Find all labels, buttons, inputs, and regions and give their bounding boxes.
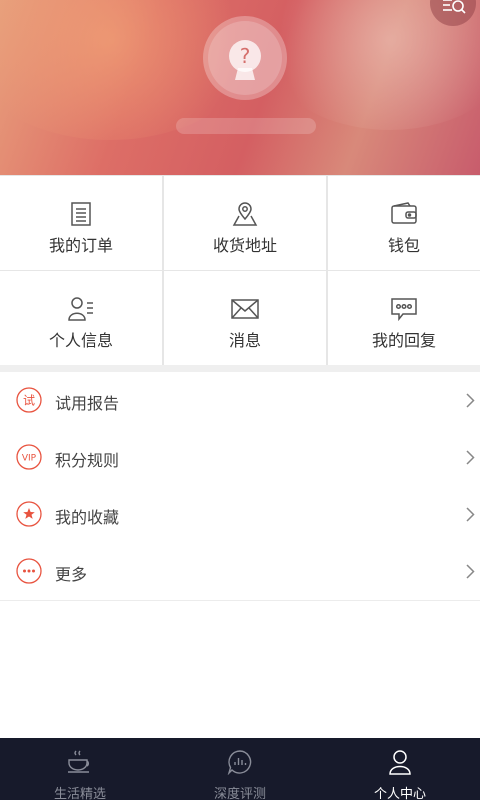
grid-item-replies[interactable]: 我的回复	[328, 271, 480, 365]
reply-bubble-icon	[391, 298, 417, 322]
envelope-icon	[231, 299, 259, 319]
grid-item-label: 收货地址	[212, 236, 277, 255]
question-mark-icon: ?	[229, 40, 261, 80]
grid-item-address[interactable]: 收货地址	[164, 176, 326, 270]
list-item-trial-report[interactable]: 试 试用报告	[0, 372, 480, 430]
grid-item-label: 钱包	[387, 236, 420, 255]
order-list-icon	[71, 202, 91, 226]
wallet-icon	[391, 202, 417, 224]
map-location-icon	[232, 202, 258, 226]
trial-report-icon: 试	[16, 387, 42, 413]
person-icon	[389, 750, 411, 775]
grid-item-label: 个人信息	[48, 331, 113, 350]
list-item-points-rules[interactable]: VIP 积分规则	[0, 429, 480, 487]
grid-item-label: 我的订单	[48, 236, 113, 255]
tab-personal-center[interactable]: 个人中心	[320, 738, 480, 802]
avatar[interactable]: ?	[203, 16, 287, 100]
list-item-more[interactable]: 更多	[0, 543, 480, 601]
bottom-tab-bar: 生活精选 深度评测 个人中心	[0, 738, 480, 802]
search-button[interactable]	[430, 0, 476, 26]
chevron-right-icon	[466, 507, 475, 522]
username-placeholder	[176, 118, 316, 134]
trial-badge-text: 试	[23, 393, 35, 408]
profile-header: ?	[0, 0, 480, 175]
tab-deep-review[interactable]: 深度评测	[160, 738, 320, 802]
chart-bubble-icon	[227, 750, 252, 775]
chevron-right-icon	[466, 564, 475, 579]
grid-item-orders[interactable]: 我的订单	[0, 176, 162, 270]
chevron-right-icon	[466, 393, 475, 408]
list-item-favorites[interactable]: 我的收藏	[0, 486, 480, 544]
vip-icon: VIP	[16, 444, 42, 470]
list-item-label: 我的收藏	[55, 508, 120, 527]
section-divider	[0, 365, 480, 372]
list-item-label: 更多	[55, 565, 88, 584]
grid-item-label: 消息	[228, 331, 261, 350]
tab-label: 个人中心	[373, 787, 426, 802]
chevron-right-icon	[466, 450, 475, 465]
tab-life-picks[interactable]: 生活精选	[0, 738, 160, 802]
grid-item-label: 我的回复	[371, 331, 436, 350]
grid-item-wallet[interactable]: 钱包	[328, 176, 480, 270]
star-icon	[16, 501, 42, 527]
profile-card-icon	[68, 297, 93, 321]
grid-item-messages[interactable]: 消息	[164, 271, 326, 365]
list-search-icon	[443, 0, 466, 14]
list-item-label: 积分规则	[55, 451, 120, 470]
shortcut-grid: 我的订单 收货地址 钱包 个人信息 消息 我的回复	[0, 175, 480, 365]
svg-text:?: ?	[240, 44, 251, 68]
coffee-cup-icon	[68, 750, 89, 773]
tab-label: 生活精选	[53, 787, 106, 802]
vip-badge-text: VIP	[22, 454, 37, 464]
list-item-label: 试用报告	[55, 394, 120, 413]
more-dots-icon	[16, 558, 42, 584]
grid-item-profile[interactable]: 个人信息	[0, 271, 162, 365]
tab-label: 深度评测	[213, 787, 266, 802]
